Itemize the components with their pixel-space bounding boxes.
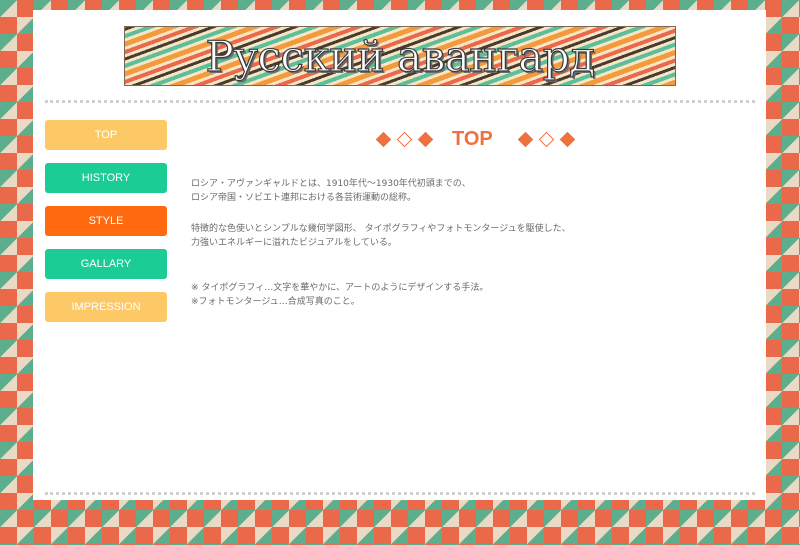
page-title: TOP	[452, 128, 493, 150]
diamond-filled-icon	[417, 131, 434, 148]
site-banner[interactable]: Русский авангард	[124, 26, 676, 86]
diamond-filled-icon	[375, 131, 392, 148]
intro-text: ロシア・アヴァンギャルドとは、1910年代〜1930年代初頭までの、 ロシア帝国…	[191, 177, 731, 309]
diamond-filled-icon	[517, 131, 534, 148]
site-title: Русский авангард	[205, 31, 596, 81]
header-divider	[45, 100, 755, 103]
diamond-outline-icon	[538, 131, 555, 148]
footer-divider	[45, 492, 755, 495]
intro-paragraph-line: 特徴的な色使いとシンプルな幾何学図形、 タイポグラフィやフォトモンタージュを駆使…	[191, 224, 571, 234]
intro-paragraph-line: 力強いエネルギーに溢れたビジュアルをしている。	[191, 238, 397, 248]
footnote-typography: ※ タイポグラフィ…文字を華やかに、アートのようにデザインする手法。	[191, 283, 489, 293]
page-heading: TOP	[373, 128, 578, 151]
nav-history-button[interactable]: HISTORY	[45, 163, 167, 193]
diamond-outline-icon	[396, 131, 413, 148]
nav-style-button[interactable]: STYLE	[45, 206, 167, 236]
nav-impression-button[interactable]: IMPRESSION	[45, 292, 167, 322]
footnote-photomontage: ※フォトモンタージュ…合成写真のこと。	[191, 297, 360, 307]
diamond-filled-icon	[559, 131, 576, 148]
intro-paragraph-line: ロシア・アヴァンギャルドとは、1910年代〜1930年代初頭までの、	[191, 179, 471, 189]
sidebar-nav: TOP HISTORY STYLE GALLARY IMPRESSION	[45, 120, 167, 335]
intro-paragraph-line: ロシア帝国・ソビエト連邦における各芸術運動の総称。	[191, 193, 417, 203]
nav-gallary-button[interactable]: GALLARY	[45, 249, 167, 279]
content-panel: Русский авангард TOP HISTORY STYLE GALLA…	[33, 10, 766, 500]
nav-top-button[interactable]: TOP	[45, 120, 167, 150]
